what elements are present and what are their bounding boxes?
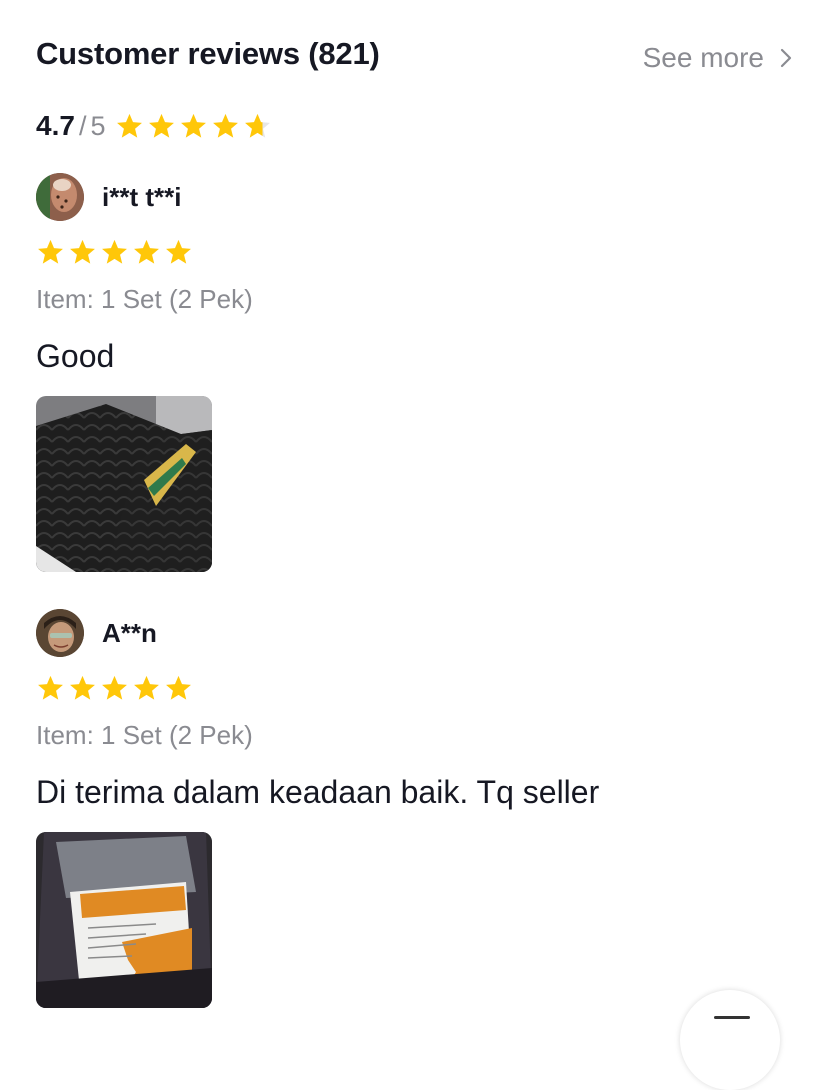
rating-stars (115, 112, 272, 141)
see-more-link[interactable]: See more (643, 42, 794, 74)
star-icon (38, 239, 63, 264)
user-avatar[interactable] (36, 173, 84, 221)
black-bubble-mailer-photo[interactable] (36, 396, 212, 572)
review-stars (36, 674, 193, 703)
star-icon (38, 675, 63, 700)
reviews-title: Customer reviews (821) (36, 36, 380, 71)
review-item: i**t t**i Item: 1 Set (2 Pek) Good (36, 172, 796, 576)
star-icon (181, 113, 207, 138)
star-icon (149, 113, 175, 138)
reviews-header: Customer reviews (821) See more (36, 30, 794, 80)
menu-bar-icon (714, 1016, 750, 1019)
floating-menu-button[interactable] (680, 990, 780, 1090)
review-item: A**n Item: 1 Set (2 Pek) Di terima dalam… (36, 608, 796, 1012)
star-icon (70, 675, 95, 700)
star-icon (117, 113, 143, 138)
star-icon (166, 675, 191, 700)
review-stars (36, 238, 193, 267)
star-icon (166, 239, 191, 264)
star-icon (102, 239, 127, 264)
review-item-variant: Item: 1 Set (2 Pek) (36, 720, 253, 750)
star-icon (70, 239, 95, 264)
rating-max: 5 (90, 110, 106, 141)
rating-slash: / (78, 110, 87, 141)
star-icon (134, 675, 159, 700)
review-text: Good (36, 338, 115, 374)
review-text: Di terima dalam keadaan baik. Tq seller (36, 774, 600, 810)
star-icon (102, 675, 127, 700)
chevron-right-icon (780, 48, 792, 68)
review-username: i**t t**i (102, 181, 182, 212)
rating-summary: 4.7 / 5 (36, 108, 272, 144)
user-avatar[interactable] (36, 609, 84, 657)
review-item-variant: Item: 1 Set (2 Pek) (36, 284, 253, 314)
rating-score: 4.7 (36, 110, 75, 141)
review-user: i**t t**i (36, 172, 181, 222)
review-user: A**n (36, 608, 157, 658)
review-username: A**n (102, 617, 157, 648)
star-icon (134, 239, 159, 264)
see-more-label: See more (642, 42, 764, 73)
package-label-photo[interactable] (36, 832, 212, 1008)
star-icon (213, 113, 239, 138)
star-icon (245, 113, 271, 138)
